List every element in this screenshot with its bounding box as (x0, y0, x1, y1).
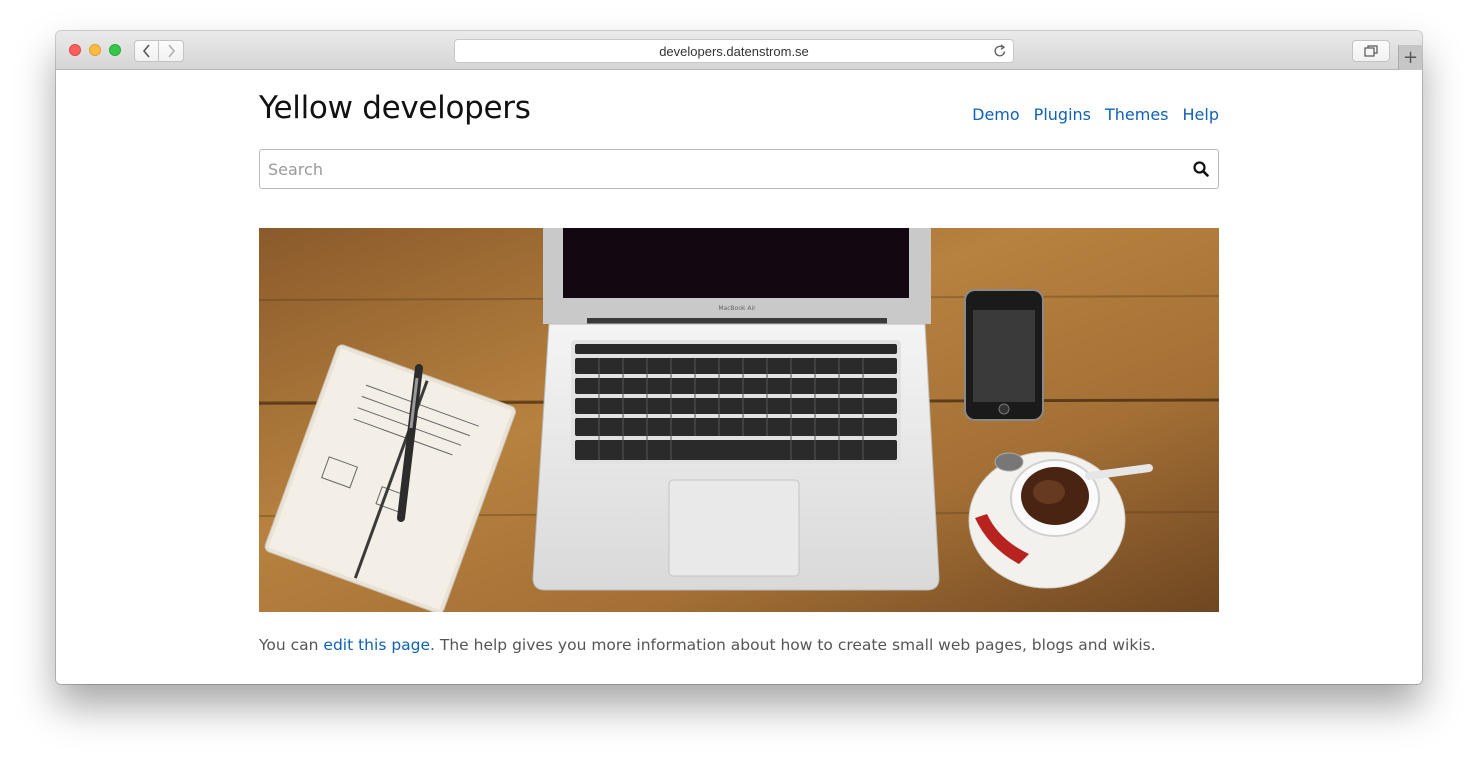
minimize-window-button[interactable] (89, 44, 101, 56)
content-prefix: You can (259, 636, 324, 654)
chevron-right-icon (168, 44, 176, 58)
web-page: Yellow developers Demo Plugins Themes He… (56, 70, 1422, 684)
close-window-button[interactable] (69, 44, 81, 56)
reload-icon[interactable] (993, 43, 1007, 59)
chevron-left-icon (142, 44, 150, 58)
hero-image: MacBook Air (259, 228, 1219, 612)
back-button[interactable] (134, 40, 159, 62)
laptop: MacBook Air (532, 228, 940, 591)
site-navigation: Demo Plugins Themes Help (972, 105, 1219, 124)
new-tab-button[interactable]: + (1398, 45, 1422, 70)
laptop-brand-label: MacBook Air (718, 305, 756, 312)
nav-link-demo[interactable]: Demo (972, 105, 1020, 124)
search-box (259, 149, 1219, 189)
show-tabs-button[interactable] (1352, 40, 1390, 62)
search-input[interactable] (260, 150, 1180, 188)
edit-page-link[interactable]: edit this page (323, 636, 430, 654)
plus-icon: + (1402, 46, 1419, 68)
desk-photo-illustration: MacBook Air (259, 228, 1219, 612)
nav-link-themes[interactable]: Themes (1105, 105, 1169, 124)
site-title[interactable]: Yellow developers (259, 90, 531, 126)
address-bar[interactable]: developers.datenstrom.se (454, 39, 1014, 63)
tabs-overview-icon (1364, 45, 1378, 57)
browser-window: developers.datenstrom.se + Yellow develo… (56, 31, 1422, 684)
content-suffix: . The help gives you more information ab… (430, 636, 1156, 654)
url-text: developers.datenstrom.se (659, 43, 809, 59)
phone (964, 289, 1044, 421)
page-content-paragraph: You can edit this page. The help gives y… (259, 636, 1156, 654)
nav-link-plugins[interactable]: Plugins (1034, 105, 1091, 124)
browser-toolbar: developers.datenstrom.se + (56, 31, 1422, 70)
nav-link-help[interactable]: Help (1183, 105, 1219, 124)
forward-button[interactable] (159, 40, 184, 62)
zoom-window-button[interactable] (109, 44, 121, 56)
search-icon[interactable] (1193, 161, 1209, 177)
